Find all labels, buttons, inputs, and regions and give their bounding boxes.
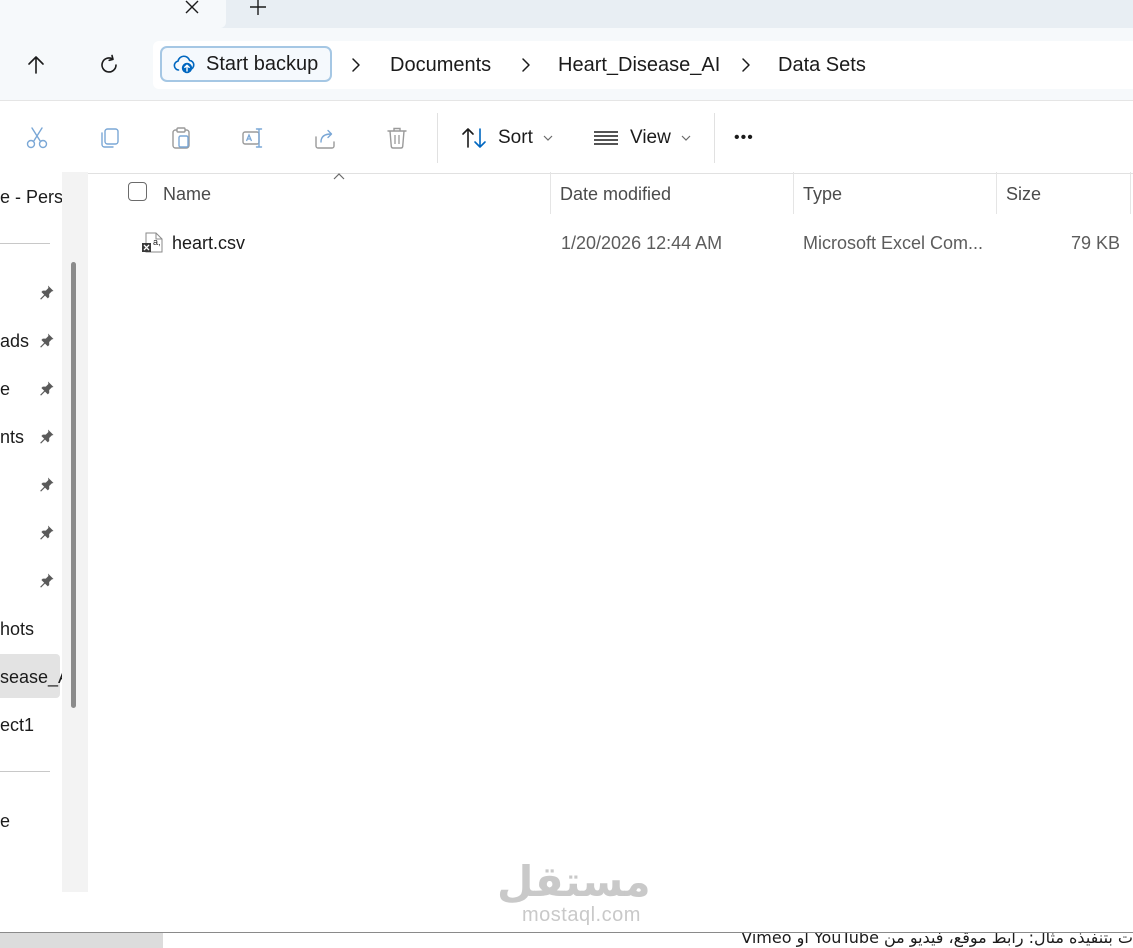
column-divider[interactable]	[1130, 172, 1131, 214]
file-date-modified: 1/20/2026 12:44 AM	[561, 233, 723, 253]
clipboard-icon	[172, 127, 190, 149]
tab-close-button[interactable]	[181, 0, 203, 18]
select-all-checkbox[interactable]	[128, 182, 147, 201]
rename-button[interactable]	[238, 123, 268, 153]
nav-item-heart-disease-ai[interactable]: sease_A	[0, 666, 70, 688]
chevron-right-icon	[522, 58, 530, 72]
column-divider[interactable]	[996, 172, 997, 214]
sort-icon	[462, 128, 486, 148]
nav-item-pictures[interactable]	[0, 474, 36, 494]
nav-item-project1[interactable]: ect1	[0, 714, 34, 736]
start-backup-button[interactable]: Start backup	[160, 46, 332, 82]
pin-icon	[40, 381, 54, 396]
more-icon: •••	[734, 129, 754, 146]
csv-file-icon: a,	[142, 232, 163, 253]
column-header-size[interactable]: Size	[1006, 183, 1041, 205]
share-icon	[315, 129, 335, 149]
rename-icon	[242, 128, 263, 148]
more-options-button[interactable]: •••	[734, 118, 754, 158]
nav-scrollbar-thumb[interactable]	[71, 262, 76, 708]
nav-item-music[interactable]	[0, 522, 36, 542]
bottom-hint-text: ت بتنفيذه مثال: رابط موقع، فيديو من YouT…	[741, 933, 1133, 947]
sort-ascending-icon	[333, 173, 345, 180]
pin-icon	[40, 573, 54, 588]
chevron-right-icon	[352, 58, 360, 72]
plus-icon	[250, 0, 266, 15]
column-header-name[interactable]: Name	[163, 183, 211, 205]
chevron-down-icon	[543, 135, 553, 141]
nav-item-screenshots[interactable]: hots	[0, 618, 34, 640]
scissors-icon	[26, 127, 48, 149]
breadcrumb-documents[interactable]: Documents	[390, 52, 491, 78]
column-divider[interactable]	[550, 172, 551, 214]
watermark-url: mostaql.com	[522, 904, 641, 926]
view-label: View	[630, 127, 671, 148]
file-size: 79 KB	[1070, 233, 1120, 253]
view-button[interactable]: View	[592, 118, 691, 158]
share-button[interactable]	[310, 123, 340, 153]
sort-label: Sort	[498, 127, 533, 148]
cloud-backup-icon	[173, 55, 195, 74]
column-divider[interactable]	[793, 172, 794, 214]
refresh-button[interactable]	[92, 48, 126, 82]
nav-item-downloads[interactable]: ads	[0, 330, 29, 352]
arrow-up-icon	[28, 56, 44, 74]
paste-button[interactable]	[166, 123, 196, 153]
trash-icon	[387, 127, 407, 149]
column-header-type[interactable]: Type	[803, 183, 842, 205]
pin-icon	[40, 525, 54, 540]
nav-item-videos[interactable]	[0, 570, 36, 590]
pin-icon	[40, 477, 54, 492]
breadcrumb-data-sets[interactable]: Data Sets	[778, 52, 866, 78]
sort-button[interactable]: Sort	[460, 118, 553, 158]
pin-icon	[40, 429, 54, 444]
chevron-right-icon	[742, 58, 750, 72]
svg-text:a,: a,	[153, 237, 161, 247]
up-button[interactable]	[19, 48, 53, 82]
nav-divider	[0, 771, 50, 772]
cut-button[interactable]	[22, 123, 52, 153]
bottom-strip: ت بتنفيذه مثال: رابط موقع، فيديو من YouT…	[0, 933, 1133, 948]
nav-item-documents[interactable]: nts	[0, 426, 24, 448]
bottom-grey-block	[0, 933, 163, 948]
breadcrumb-heart-disease-ai[interactable]: Heart_Disease_AI	[558, 52, 720, 78]
delete-button[interactable]	[382, 123, 412, 153]
refresh-icon	[101, 54, 117, 73]
nav-divider	[0, 243, 50, 244]
view-lines-icon	[594, 131, 618, 145]
file-name[interactable]: heart.csv	[172, 232, 245, 254]
nav-item-this-pc[interactable]: e	[0, 810, 10, 832]
watermark-logo: مستقل	[497, 857, 651, 906]
start-backup-label: Start backup	[206, 52, 319, 75]
close-icon	[185, 0, 199, 14]
copy-icon	[101, 128, 119, 148]
column-header-date-modified[interactable]: Date modified	[560, 183, 671, 205]
tab-strip	[0, 0, 1133, 28]
chevron-down-icon	[681, 135, 691, 141]
pin-icon	[40, 333, 54, 348]
file-type: Microsoft Excel Com...	[803, 233, 984, 253]
nav-item-quick-access[interactable]: e	[0, 378, 10, 400]
nav-item-desktop[interactable]	[0, 282, 36, 302]
new-tab-button[interactable]	[247, 0, 269, 18]
pin-icon	[40, 285, 54, 300]
nav-item-onedrive-personal[interactable]: e - Perso	[0, 186, 62, 208]
copy-button[interactable]	[94, 123, 124, 153]
toolbar-divider	[714, 113, 715, 163]
toolbar-divider	[437, 113, 438, 163]
